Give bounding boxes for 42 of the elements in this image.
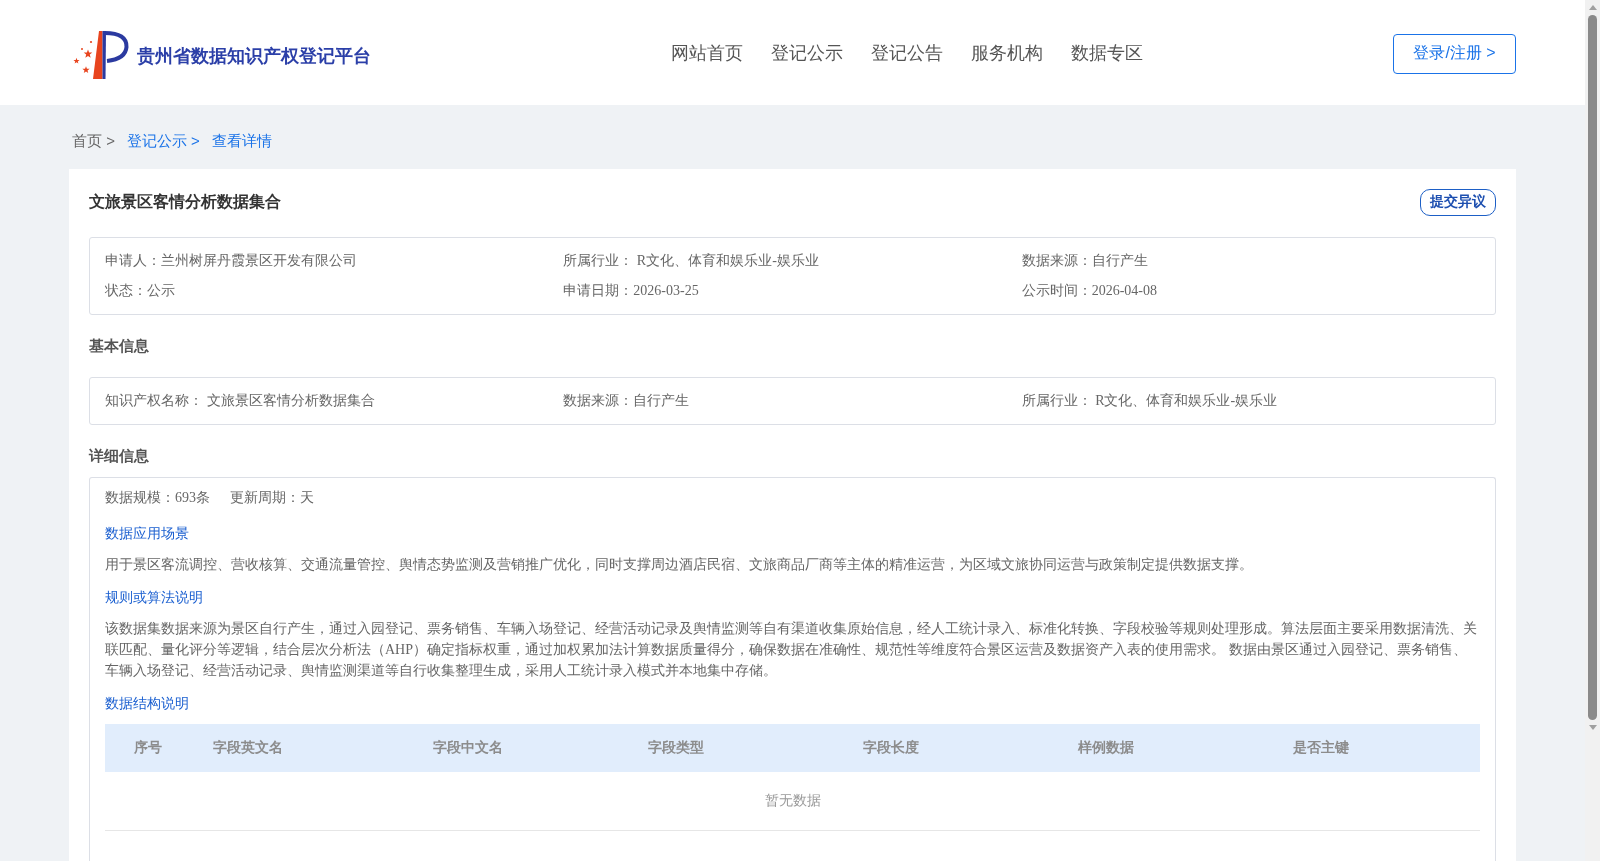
section-heading: 详细信息 — [89, 446, 150, 466]
column-header: 字段类型 — [647, 739, 704, 757]
description-text: 用于景区客流调控、营收核算、交通流量管控、舆情态势监测及营销推广优化，同时支撑周边酒店民宿、文旅商品厂商等主体的精准运营，为区域文旅协同运营与政策制定提供数据支撑。 — [105, 556, 1254, 574]
nav-link[interactable]: 网站首页 — [671, 40, 743, 65]
info-field: 状态：公示 — [105, 282, 175, 300]
section-heading: 基本信息 — [89, 335, 150, 356]
logo-icon — [72, 29, 129, 80]
subsection-heading: 数据结构说明 — [105, 694, 189, 713]
info-field: 申请日期：2026-03-25 — [563, 282, 699, 300]
breadcrumb-link[interactable]: 登记公示 > — [126, 132, 200, 148]
site-title: 贵州省数据知识产权登记平台 — [137, 45, 371, 68]
nav-link[interactable]: 数据专区 — [1071, 40, 1143, 65]
login-button[interactable]: 登录/注册 > — [1393, 33, 1516, 74]
breadcrumb-link[interactable]: 查看详情 — [211, 132, 272, 148]
scrollbar[interactable] — [1585, 0, 1600, 861]
record-title: 文旅景区客情分析数据集合 — [89, 191, 281, 212]
info-field: 所属行业： R文化、体育和娱乐业-娱乐业 — [1021, 392, 1278, 410]
info-field: 数据来源：自行产生 — [1021, 252, 1148, 270]
info-field: 所属行业： R文化、体育和娱乐业-娱乐业 — [563, 252, 819, 270]
meta-field: 更新周期：天 — [230, 489, 314, 507]
empty-message: 暂无数据 — [764, 792, 821, 810]
nav-link[interactable]: 登记公示 — [771, 40, 843, 65]
column-header: 字段中文名 — [432, 739, 503, 757]
scroll-up-icon[interactable] — [1588, 5, 1597, 10]
description-text: 该数据集数据来源为景区自行产生，通过入园登记、票务销售、车辆入场登记、经营活动记录及舆情监测等自有渠道收集原始信息，经人工统计录入、标准化转换、字段校验等规则处理形成。算法层面主要采用数据清洗、关联匹配、量化评分等逻辑，结合层次分析法（AHP）确定指标权重，通过加权累加法计算数据质量得分，确保数据在准确性、规范性等维度符合景区运营及数据资产入表的使用需求。 数据由景区通过入园登记、票务销售、车辆入场登记、经营活动记录、舆情监测渠道等自行收集整理生成，采用人工统计录入模式并本地集中存储。 — [105, 620, 1478, 680]
info-field: 知识产权名称： 文旅景区客情分析数据集合 — [105, 392, 375, 410]
column-header: 字段英文名 — [212, 739, 283, 757]
scroll-down-icon[interactable] — [1588, 725, 1597, 730]
info-field: 数据来源：自行产生 — [563, 392, 690, 410]
info-field: 申请人：兰州树屏丹霞景区开发有限公司 — [105, 252, 357, 270]
subsection-heading: 数据应用场景 — [105, 524, 189, 543]
subsection-heading: 规则或算法说明 — [105, 588, 203, 607]
info-field: 公示时间：2026-04-08 — [1021, 282, 1157, 300]
column-header: 序号 — [134, 739, 162, 757]
column-header: 样例数据 — [1077, 739, 1134, 757]
nav-link[interactable]: 登记公告 — [871, 40, 943, 65]
nav-link[interactable]: 服务机构 — [971, 40, 1043, 65]
column-header: 字段长度 — [862, 739, 919, 757]
objection-button[interactable]: 提交异议 — [1420, 188, 1496, 216]
column-header: 是否主键 — [1292, 739, 1349, 757]
breadcrumb-link[interactable]: 首页 > — [72, 132, 115, 148]
meta-field: 数据规模：693条 — [105, 489, 210, 507]
